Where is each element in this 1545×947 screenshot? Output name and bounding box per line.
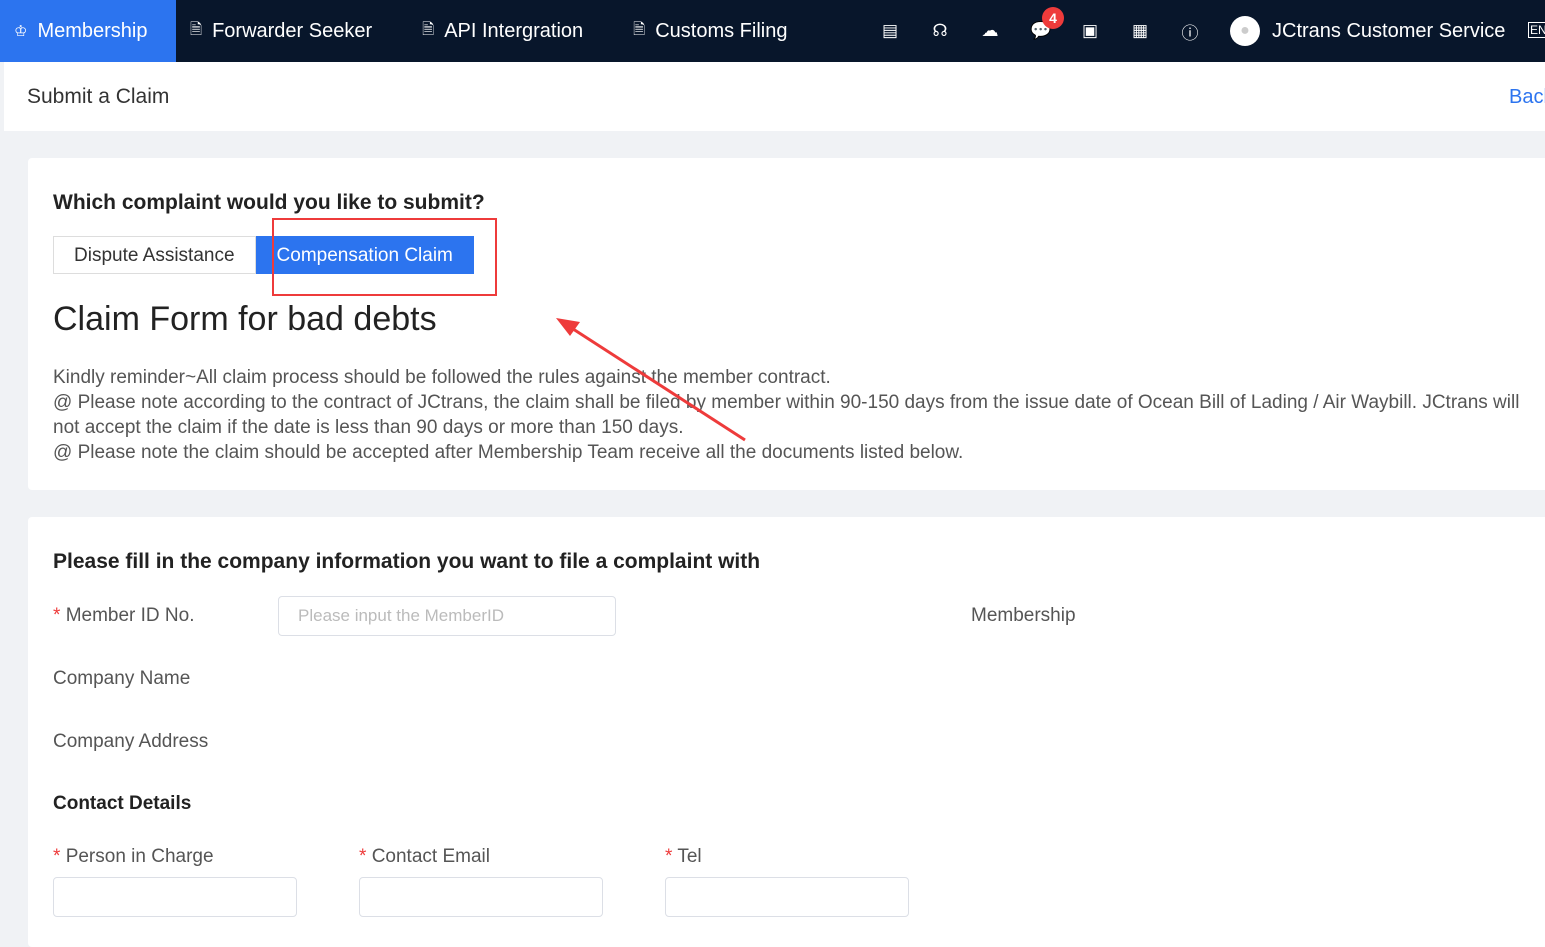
- page-header: Submit a Claim: [4, 62, 1545, 131]
- email-input[interactable]: [359, 877, 603, 917]
- headset-icon[interactable]: ☊: [930, 21, 950, 41]
- option-dispute-assistance[interactable]: Dispute Assistance: [53, 236, 256, 274]
- help-icon[interactable]: ⓘ: [1180, 19, 1200, 44]
- option-compensation-claim[interactable]: Compensation Claim: [255, 236, 474, 274]
- company-heading: Please fill in the company information y…: [53, 550, 761, 573]
- crown-icon: ♔: [14, 23, 28, 40]
- form-title: Claim Form for bad debts: [53, 300, 437, 338]
- tel-label: Tel: [677, 846, 702, 867]
- tab-customs-filing[interactable]: 🗎 Customs Filing: [607, 0, 811, 62]
- person-label: Person in Charge: [65, 846, 214, 867]
- document-icon: 🗎: [633, 20, 646, 38]
- tab-api-integration[interactable]: 🗎 API Intergration: [396, 0, 607, 62]
- chat-icon[interactable]: 💬 4: [1030, 7, 1064, 41]
- complaint-type-selector: Dispute Assistance Compensation Claim: [53, 236, 474, 274]
- member-id-label: Member ID No.: [65, 605, 195, 626]
- avatar: ●: [1230, 16, 1260, 46]
- wallet-icon[interactable]: ▣: [1080, 21, 1100, 41]
- complaint-type-card: Which complaint would you like to submit…: [28, 158, 1545, 490]
- list-icon[interactable]: ▤: [880, 21, 900, 41]
- tel-input[interactable]: [665, 877, 909, 917]
- notification-badge: 4: [1042, 7, 1064, 29]
- complaint-question: Which complaint would you like to submit…: [53, 191, 485, 214]
- company-name-label: Company Name: [53, 668, 191, 689]
- person-input[interactable]: [53, 877, 297, 917]
- tab-membership[interactable]: ♔ Membership: [0, 0, 176, 62]
- profile-card-icon[interactable]: ▦: [1130, 21, 1150, 41]
- cloud-icon[interactable]: ☁: [980, 21, 1000, 41]
- email-label: Contact Email: [371, 846, 490, 867]
- back-link[interactable]: Back: [1509, 86, 1545, 109]
- company-info-card: Please fill in the company information y…: [28, 517, 1545, 947]
- company-address-label: Company Address: [53, 731, 209, 752]
- page-title: Submit a Claim: [27, 84, 170, 108]
- language-switch[interactable]: EN: [1528, 22, 1545, 38]
- document-icon: 🗎: [422, 20, 435, 38]
- reminder-notes: Kindly reminder~All claim process should…: [53, 367, 1520, 463]
- contact-heading: Contact Details: [53, 793, 192, 814]
- membership-label: Membership: [971, 605, 1076, 626]
- tab-forwarder-seeker[interactable]: 🗎 Forwarder Seeker: [176, 0, 396, 62]
- member-id-input[interactable]: Please input the MemberID: [278, 596, 616, 636]
- user-menu[interactable]: ● JCtrans Customer Service: [1230, 16, 1505, 46]
- document-icon: 🗎: [190, 20, 203, 38]
